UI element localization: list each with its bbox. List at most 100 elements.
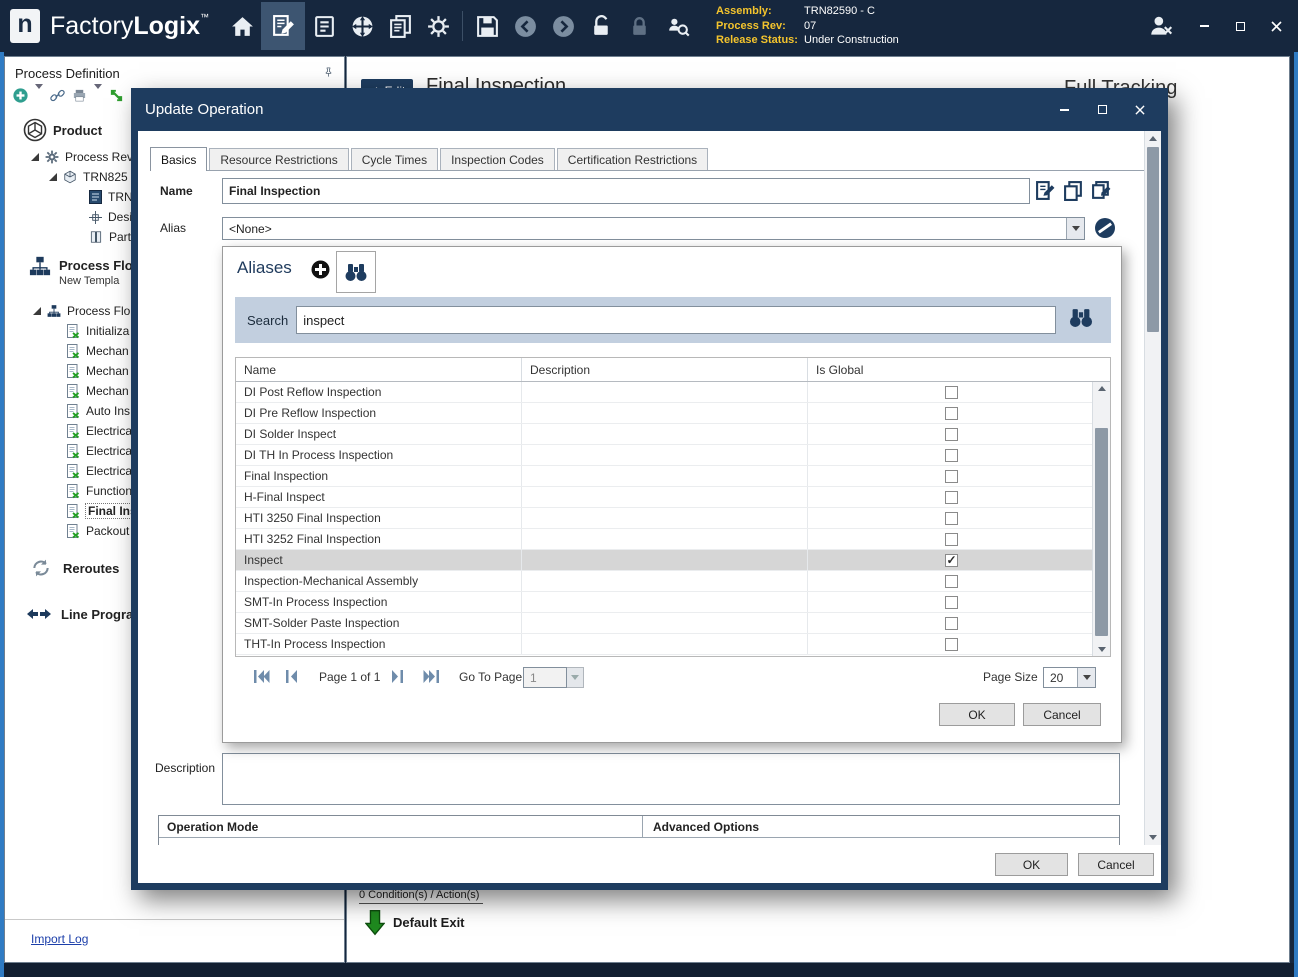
- alias-table-row[interactable]: SMT-In Process Inspection: [236, 592, 1094, 613]
- description-textarea[interactable]: [222, 753, 1120, 805]
- save-button[interactable]: [468, 4, 506, 48]
- alias-table-row[interactable]: H-Final Inspect: [236, 487, 1094, 508]
- column-header-name[interactable]: Name: [236, 358, 522, 381]
- is-global-checkbox[interactable]: [945, 491, 958, 504]
- pin-button[interactable]: [323, 65, 334, 82]
- alias-table-row[interactable]: HTI 3250 Final Inspection: [236, 508, 1094, 529]
- is-global-checkbox[interactable]: [945, 554, 958, 567]
- dialog-minimize-button[interactable]: [1056, 102, 1072, 118]
- settings-button[interactable]: [419, 4, 457, 48]
- tree-expander-icon[interactable]: [33, 307, 41, 315]
- previous-page-button[interactable]: [285, 669, 298, 687]
- link-button[interactable]: [50, 88, 65, 108]
- is-global-checkbox[interactable]: [945, 638, 958, 651]
- alias-dropdown[interactable]: <None>: [222, 217, 1085, 240]
- print-dropdown-button[interactable]: [94, 89, 102, 107]
- dialog-maximize-button[interactable]: [1094, 102, 1110, 118]
- undo-button[interactable]: [506, 4, 544, 48]
- clear-alias-button[interactable]: [1094, 217, 1116, 239]
- dialog-close-button[interactable]: [1132, 102, 1148, 118]
- is-global-checkbox[interactable]: [945, 428, 958, 441]
- page-size-select[interactable]: 20: [1043, 667, 1096, 688]
- table-scrollbar[interactable]: [1092, 382, 1110, 656]
- lock-button[interactable]: [620, 4, 658, 48]
- tab-basics[interactable]: Basics: [150, 147, 207, 171]
- tree-expander-icon[interactable]: [31, 153, 39, 161]
- process-editor-button[interactable]: [261, 2, 305, 50]
- alias-table-row[interactable]: THT-In Process Inspection: [236, 634, 1094, 655]
- aliases-ok-button[interactable]: OK: [939, 703, 1015, 726]
- print-button[interactable]: [72, 88, 87, 108]
- goto-page-spinner[interactable]: [567, 667, 584, 688]
- add-button[interactable]: [13, 88, 28, 108]
- alias-table-row[interactable]: DI TH In Process Inspection: [236, 445, 1094, 466]
- redo-button[interactable]: [544, 4, 582, 48]
- home-button[interactable]: [223, 4, 261, 48]
- is-global-checkbox[interactable]: [945, 575, 958, 588]
- scroll-down-button[interactable]: [1145, 830, 1161, 845]
- add-alias-button[interactable]: [311, 260, 330, 284]
- alias-table-row[interactable]: DI Pre Reflow Inspection: [236, 403, 1094, 424]
- alias-search-tab[interactable]: [336, 251, 376, 293]
- close-button[interactable]: [1268, 18, 1284, 34]
- minimize-button[interactable]: [1196, 18, 1212, 34]
- expand-button[interactable]: [109, 88, 124, 108]
- search-button[interactable]: [1068, 307, 1094, 333]
- clipboard-button[interactable]: [305, 4, 343, 48]
- dialog-ok-button[interactable]: OK: [995, 853, 1068, 876]
- column-header-is-global[interactable]: Is Global: [808, 358, 1110, 381]
- is-global-checkbox[interactable]: [945, 407, 958, 420]
- goto-page-input[interactable]: [523, 667, 567, 688]
- copy-edit-button[interactable]: [1091, 180, 1113, 202]
- scroll-up-button[interactable]: [1145, 131, 1161, 146]
- search-input[interactable]: [296, 306, 1056, 334]
- dialog-titlebar: Update Operation: [131, 88, 1168, 131]
- name-input[interactable]: [222, 178, 1030, 204]
- tab-certification-restrictions[interactable]: Certification Restrictions: [557, 148, 708, 170]
- column-header-description[interactable]: Description: [522, 358, 808, 381]
- alias-table-row[interactable]: SMT-Solder Paste Inspection: [236, 613, 1094, 634]
- tab-resource-restrictions[interactable]: Resource Restrictions: [209, 148, 348, 170]
- is-global-checkbox[interactable]: [945, 512, 958, 525]
- is-global-checkbox[interactable]: [945, 449, 958, 462]
- logout-user-button[interactable]: [1146, 4, 1176, 48]
- scroll-up-button[interactable]: [1093, 382, 1110, 395]
- maximize-button[interactable]: [1232, 18, 1248, 34]
- dialog-scrollbar[interactable]: [1144, 131, 1161, 845]
- alias-table-row[interactable]: DI Post Reflow Inspection: [236, 382, 1094, 403]
- scrollbar-thumb[interactable]: [1095, 428, 1108, 636]
- dialog-cancel-button[interactable]: Cancel: [1078, 853, 1154, 876]
- import-log-link[interactable]: Import Log: [31, 932, 88, 946]
- is-global-checkbox[interactable]: [945, 386, 958, 399]
- scroll-down-button[interactable]: [1093, 643, 1110, 656]
- default-exit[interactable]: Default Exit: [365, 909, 465, 936]
- tab-inspection-codes[interactable]: Inspection Codes: [440, 148, 555, 170]
- rename-button[interactable]: [1035, 180, 1057, 202]
- documents-button[interactable]: [381, 4, 419, 48]
- is-global-checkbox[interactable]: [945, 617, 958, 630]
- is-global-checkbox[interactable]: [945, 596, 958, 609]
- aliases-cancel-button[interactable]: Cancel: [1023, 703, 1101, 726]
- tree-expander-icon[interactable]: [49, 173, 57, 181]
- alias-table-row[interactable]: HTI 3252 Final Inspection: [236, 529, 1094, 550]
- unlock-button[interactable]: [582, 4, 620, 48]
- alias-table-row[interactable]: Inspection-Mechanical Assembly: [236, 571, 1094, 592]
- alias-dropdown-button[interactable]: [1066, 218, 1084, 239]
- alias-table-row[interactable]: DI Solder Inspect: [236, 424, 1094, 445]
- alias-table-row[interactable]: Final Inspection: [236, 466, 1094, 487]
- tab-cycle-times[interactable]: Cycle Times: [351, 148, 438, 170]
- last-page-button[interactable]: [423, 669, 440, 687]
- is-global-checkbox[interactable]: [945, 470, 958, 483]
- app-brand: FactoryLogix™: [50, 12, 209, 41]
- find-user-button[interactable]: [658, 4, 696, 48]
- alias-table-row[interactable]: Inspect: [236, 550, 1094, 571]
- navigate-button[interactable]: [343, 4, 381, 48]
- scrollbar-thumb[interactable]: [1147, 147, 1159, 332]
- first-page-button[interactable]: [253, 669, 270, 687]
- add-dropdown-button[interactable]: [35, 89, 43, 107]
- copy-name-button[interactable]: [1063, 180, 1085, 202]
- page-size-dropdown-button[interactable]: [1077, 668, 1095, 687]
- is-global-cell: [808, 529, 1094, 549]
- next-page-button[interactable]: [391, 669, 404, 687]
- is-global-checkbox[interactable]: [945, 533, 958, 546]
